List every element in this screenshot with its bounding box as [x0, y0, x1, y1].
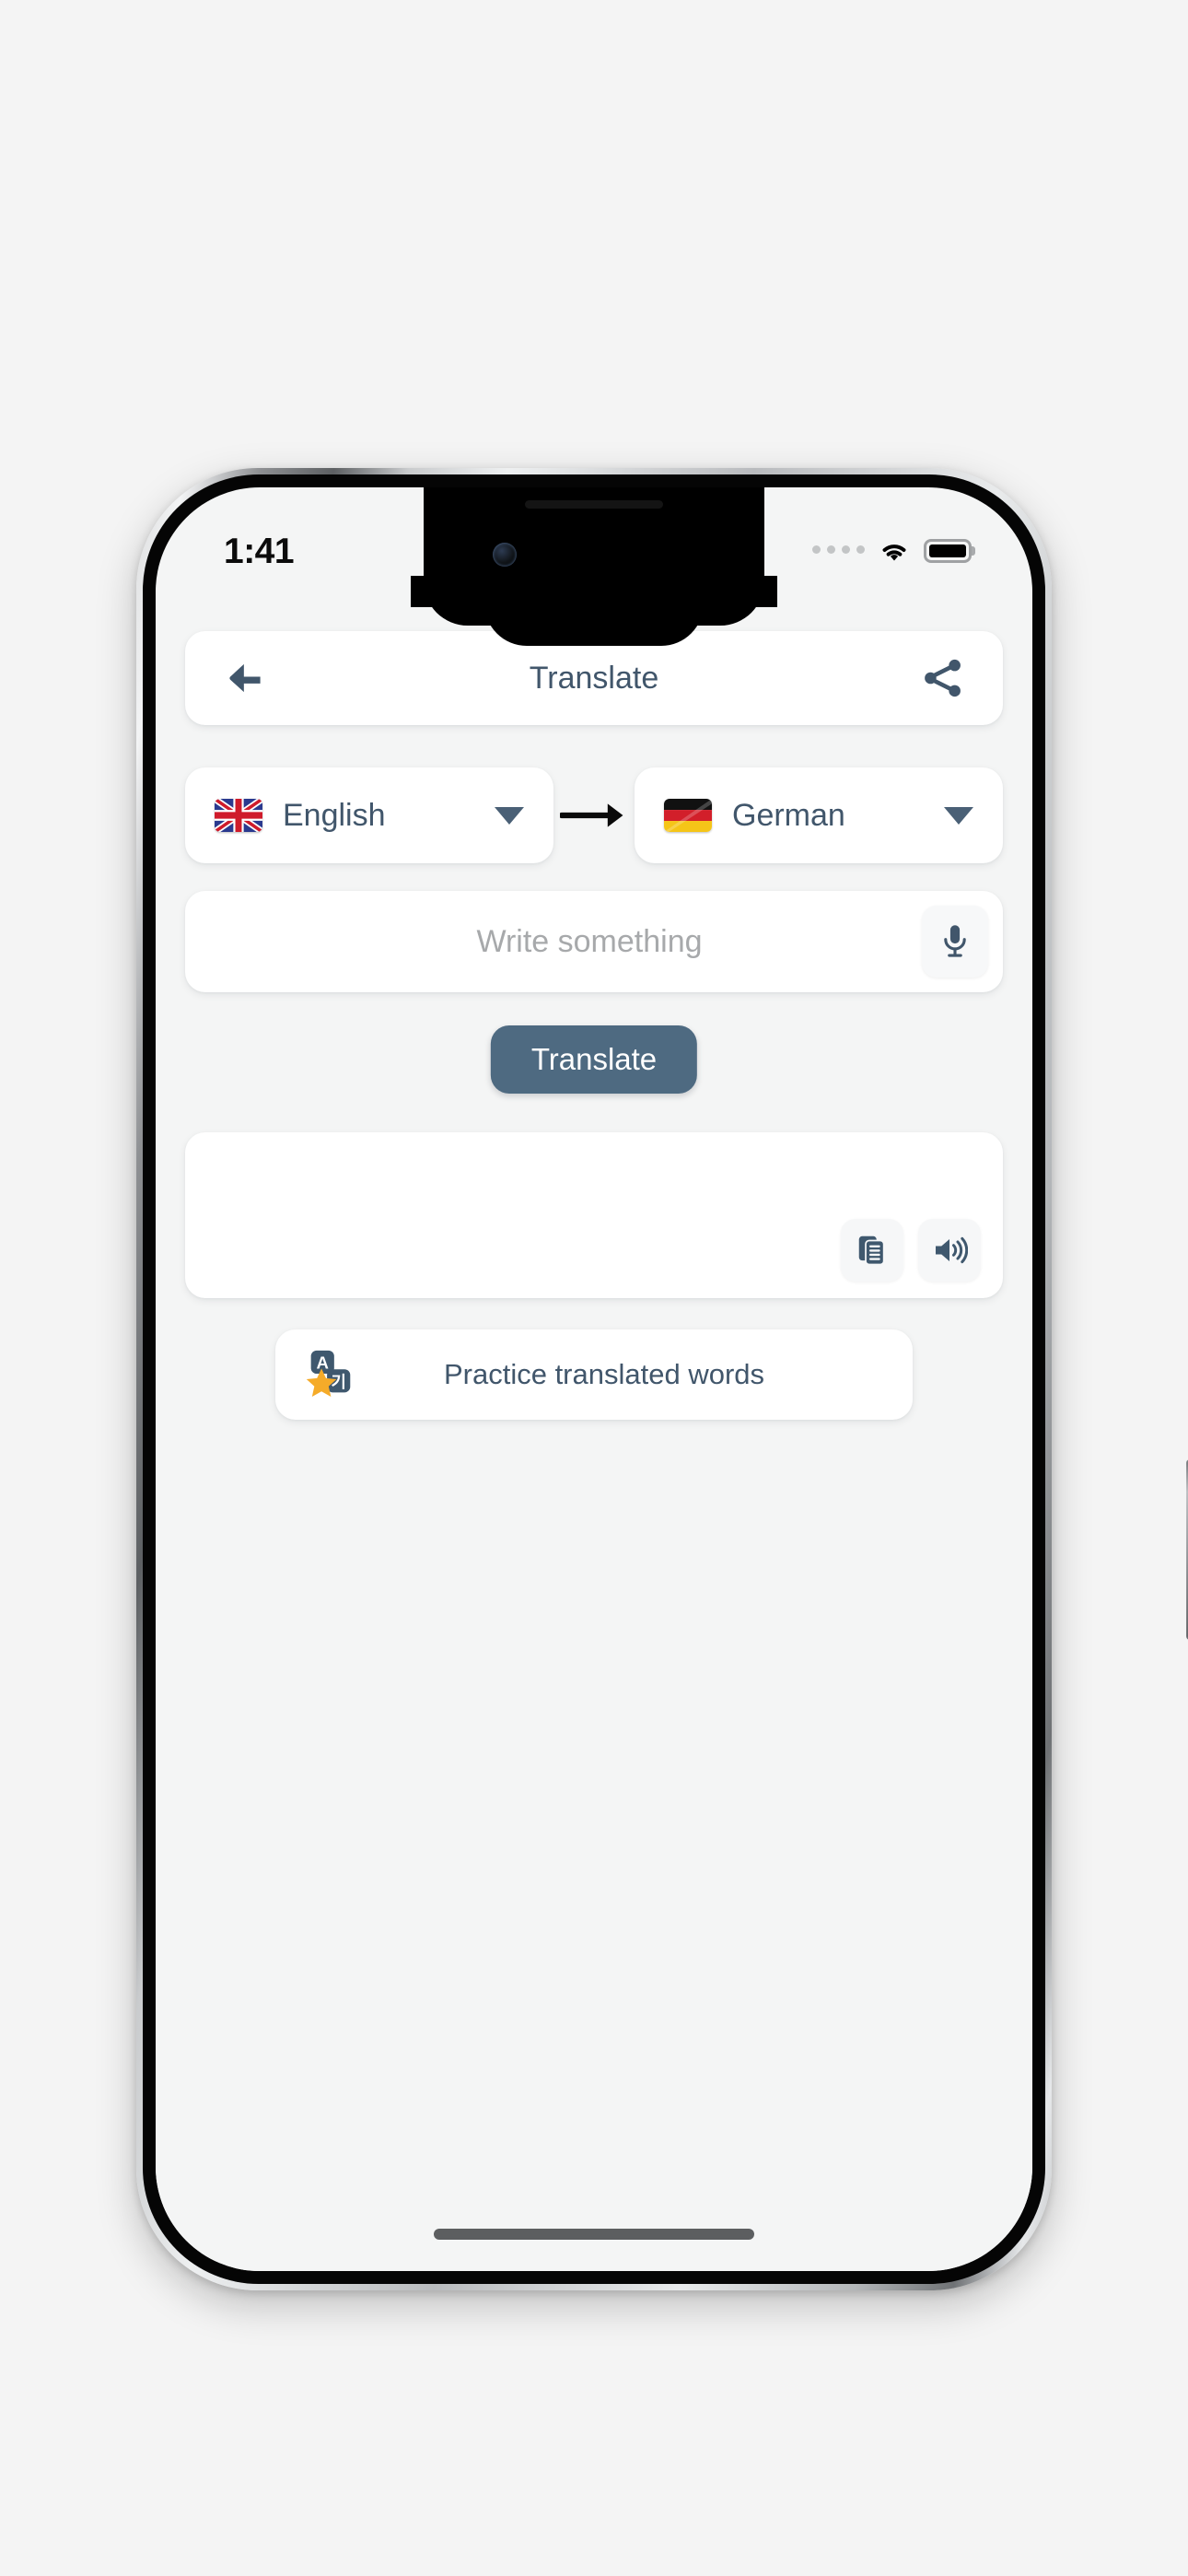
translation-result-card [185, 1132, 1003, 1298]
phone-frame: 1:41 Translate English German Write some… [136, 468, 1188, 2290]
speaker-volume-icon [936, 1236, 968, 1264]
microphone-button[interactable] [922, 906, 988, 978]
notch-lower-extension [484, 585, 704, 646]
earpiece-speaker [525, 500, 663, 509]
chevron-down-icon[interactable] [944, 806, 973, 825]
flag-uk-icon [215, 799, 262, 832]
chevron-down-icon[interactable] [495, 806, 524, 825]
language-selector-row: English German [185, 767, 1003, 863]
front-camera-icon [493, 543, 517, 567]
practice-label: Practice translated words [443, 1358, 765, 1390]
svg-text:기: 기 [331, 1373, 345, 1392]
page-title: Translate [529, 660, 659, 696]
copy-button[interactable] [841, 1219, 903, 1282]
practice-translated-words-card[interactable]: A 기 Practice translated words [275, 1329, 913, 1420]
translate-star-icon: A 기 [306, 1350, 351, 1398]
home-indicator[interactable] [434, 2229, 754, 2240]
speak-button[interactable] [918, 1219, 981, 1282]
phone-bezel: 1:41 Translate English German Write some… [143, 474, 1045, 2284]
microphone-icon [944, 925, 966, 957]
status-indicators [812, 539, 975, 563]
signal-dots-icon [812, 545, 865, 556]
wifi-icon [882, 544, 906, 561]
battery-full-icon [924, 539, 975, 563]
translate-button[interactable]: Translate [490, 1025, 698, 1094]
back-arrow-icon[interactable] [222, 654, 270, 702]
flag-germany-icon [664, 799, 712, 832]
source-language-select[interactable]: English [185, 767, 553, 863]
source-text-field[interactable] [185, 891, 1003, 992]
share-icon[interactable] [918, 654, 966, 702]
phone-screen: 1:41 Translate English German Write some… [156, 487, 1032, 2271]
svg-text:A: A [317, 1352, 329, 1372]
target-language-select[interactable]: German [635, 767, 1003, 863]
result-actions [841, 1219, 981, 1282]
right-arrow-icon [560, 803, 623, 827]
status-time: 1:41 [224, 532, 295, 571]
translation-result-text [207, 1151, 981, 1206]
copy-icon [858, 1235, 885, 1266]
search-input[interactable] [185, 891, 922, 992]
app-content: Translate English German Write something… [156, 605, 1032, 2271]
source-language-label: English [283, 797, 386, 833]
target-language-label: German [732, 797, 845, 833]
